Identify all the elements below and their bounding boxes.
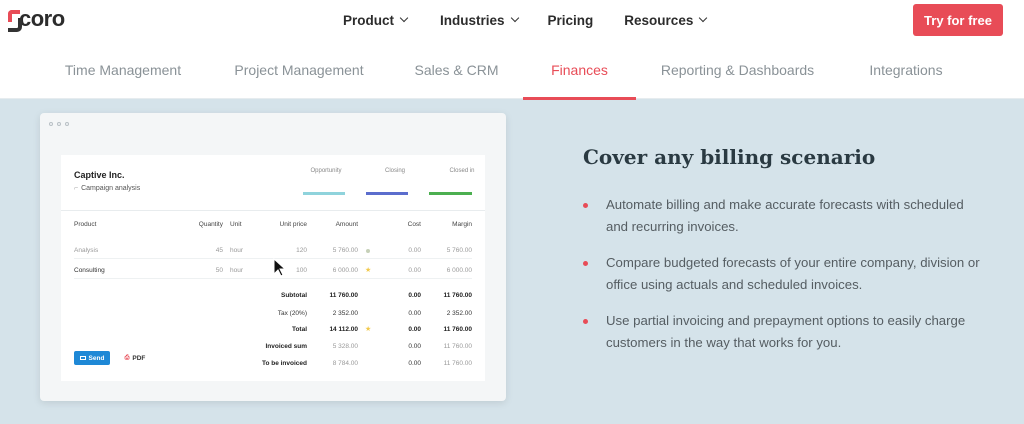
nav-item-industries[interactable]: Industries bbox=[440, 12, 519, 28]
try-for-free-button[interactable]: Try for free bbox=[913, 4, 1003, 36]
logo-mark-icon bbox=[8, 9, 22, 32]
project-icon: ⌐ bbox=[74, 185, 79, 192]
nav-item-pricing[interactable]: Pricing bbox=[548, 13, 594, 28]
row-unit[interactable]: hour bbox=[230, 247, 243, 254]
section-heading: Cover any billing scenario bbox=[583, 145, 876, 169]
send-label: Send bbox=[88, 354, 105, 362]
row-quantity[interactable]: 50 bbox=[181, 267, 223, 274]
tab-sales-crm[interactable]: Sales & CRM bbox=[410, 40, 503, 99]
mouse-cursor-icon bbox=[273, 258, 287, 277]
feature-item: Compare budgeted forecasts of your entir… bbox=[583, 252, 983, 296]
nav-item-label: Product bbox=[343, 12, 395, 28]
row-cost[interactable]: 0.00 bbox=[391, 247, 421, 254]
project-name: ⌐ Campaign analysis bbox=[74, 185, 140, 192]
summary-cost: 0.00 bbox=[408, 326, 421, 333]
product-subnav: Time Management Project Management Sales… bbox=[0, 40, 1024, 100]
row-margin[interactable]: 5 760.00 bbox=[436, 247, 472, 254]
row-divider bbox=[74, 278, 472, 279]
summary-cost: 0.00 bbox=[408, 310, 421, 317]
summary-label: To be invoiced bbox=[261, 360, 307, 367]
scoro-logo[interactable]: coro bbox=[8, 6, 65, 32]
summary-amount: 11 760.00 bbox=[329, 292, 358, 299]
col-header-amount: Amount bbox=[335, 221, 358, 228]
summary-margin: 11 760.00 bbox=[443, 360, 472, 367]
chevron-down-icon bbox=[399, 13, 409, 23]
star-icon: ★ bbox=[365, 267, 372, 274]
col-header-cost: Cost bbox=[407, 221, 421, 228]
feature-item: Use partial invoicing and prepayment opt… bbox=[583, 310, 983, 354]
summary-margin: 2 352.00 bbox=[446, 310, 472, 317]
stage-bar-closed-in bbox=[429, 192, 472, 195]
row-quantity[interactable]: 45 bbox=[181, 247, 223, 254]
tab-time-management[interactable]: Time Management bbox=[58, 40, 188, 99]
nav-item-resources[interactable]: Resources bbox=[624, 12, 708, 28]
summary-label: Tax (20%) bbox=[277, 310, 307, 317]
summary-cost: 0.00 bbox=[408, 360, 421, 367]
chevron-down-icon bbox=[699, 13, 708, 23]
tab-integrations[interactable]: Integrations bbox=[860, 40, 952, 99]
col-header-product: Product bbox=[74, 221, 97, 228]
status-dot-icon bbox=[366, 249, 370, 253]
row-cost[interactable]: 0.00 bbox=[391, 267, 421, 274]
stage-closed-in: Closed in bbox=[449, 168, 475, 174]
stage-opportunity: Opportunity bbox=[310, 168, 342, 174]
nav-item-label: Industries bbox=[440, 12, 505, 28]
row-margin[interactable]: 6 000.00 bbox=[436, 267, 472, 274]
top-navigation: coro Product Industries Pricing Resource… bbox=[0, 0, 1024, 40]
tab-project-management[interactable]: Project Management bbox=[228, 40, 370, 99]
summary-amount: 8 784.00 bbox=[332, 360, 358, 367]
divider bbox=[61, 210, 485, 211]
nav-item-label: Resources bbox=[624, 12, 694, 28]
row-product[interactable]: Consulting bbox=[74, 267, 105, 274]
summary-amount: 14 112.00 bbox=[329, 326, 358, 333]
window-controls bbox=[49, 122, 73, 126]
envelope-icon bbox=[79, 356, 86, 360]
col-header-unit-price: Unit price bbox=[279, 221, 307, 228]
stage-bar-closing bbox=[366, 192, 408, 195]
row-unit-price[interactable]: 120 bbox=[261, 247, 307, 254]
stage-closing: Closing bbox=[384, 168, 405, 174]
tab-reporting-dashboards[interactable]: Reporting & Dashboards bbox=[655, 40, 820, 99]
summary-margin: 11 760.00 bbox=[443, 292, 472, 299]
summary-label: Invoiced sum bbox=[265, 343, 307, 350]
summary-label: Total bbox=[291, 326, 307, 333]
col-header-quantity: Quantity bbox=[198, 221, 223, 228]
col-header-margin: Margin bbox=[452, 221, 472, 228]
logo-wordmark: coro bbox=[19, 6, 65, 31]
pdf-label: PDF bbox=[132, 354, 146, 362]
summary-amount: 5 328.00 bbox=[332, 343, 358, 350]
row-product[interactable]: Analysis bbox=[74, 247, 98, 254]
summary-amount: 2 352.00 bbox=[332, 310, 358, 317]
row-amount[interactable]: 5 760.00 bbox=[311, 247, 358, 254]
stage-bar-opportunity bbox=[303, 192, 345, 195]
summary-cost: 0.00 bbox=[408, 343, 421, 350]
tab-finances[interactable]: Finances bbox=[523, 40, 636, 100]
send-button[interactable]: Send bbox=[74, 351, 110, 365]
row-unit[interactable]: hour bbox=[230, 267, 243, 274]
nav-item-product[interactable]: Product bbox=[343, 12, 409, 28]
nav-item-label: Pricing bbox=[547, 12, 594, 28]
summary-cost: 0.00 bbox=[408, 292, 421, 299]
feature-list: Automate billing and make accurate forec… bbox=[583, 194, 983, 368]
project-label: Campaign analysis bbox=[81, 185, 141, 192]
row-amount[interactable]: 6 000.00 bbox=[311, 267, 358, 274]
summary-label: Subtotal bbox=[281, 292, 307, 299]
pdf-button[interactable]: ⎙ PDF bbox=[119, 351, 151, 365]
main-menu: Product Industries Pricing Resources bbox=[343, 0, 708, 40]
feature-item: Automate billing and make accurate forec… bbox=[583, 194, 983, 238]
pdf-icon: ⎙ bbox=[124, 354, 130, 361]
star-icon: ★ bbox=[365, 326, 372, 333]
summary-margin: 11 760.00 bbox=[443, 326, 472, 333]
company-name: Captive Inc. bbox=[74, 170, 125, 180]
col-header-unit: Unit bbox=[230, 221, 242, 228]
chevron-down-icon bbox=[510, 13, 519, 23]
summary-margin: 11 760.00 bbox=[443, 343, 472, 350]
